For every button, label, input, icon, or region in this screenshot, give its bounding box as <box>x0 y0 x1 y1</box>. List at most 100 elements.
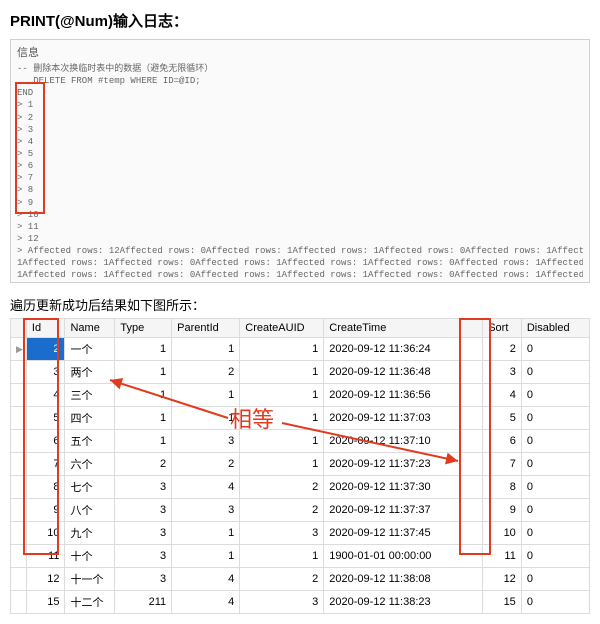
cell-parentid[interactable]: 1 <box>172 545 240 568</box>
cell-id[interactable]: 3 <box>26 361 65 384</box>
cell-createtime[interactable]: 2020-09-12 11:37:03 <box>324 407 483 430</box>
cell-parentid[interactable]: 4 <box>172 476 240 499</box>
cell-createtime[interactable]: 2020-09-12 11:37:30 <box>324 476 483 499</box>
cell-createauid[interactable]: 2 <box>240 499 324 522</box>
cell-createauid[interactable]: 1 <box>240 453 324 476</box>
cell-type[interactable]: 211 <box>115 591 172 614</box>
cell-sort[interactable]: 12 <box>483 568 522 591</box>
cell-createtime[interactable]: 2020-09-12 11:37:23 <box>324 453 483 476</box>
cell-sort[interactable]: 8 <box>483 476 522 499</box>
cell-disabled[interactable]: 0 <box>521 430 589 453</box>
cell-type[interactable]: 1 <box>115 361 172 384</box>
cell-disabled[interactable]: 0 <box>521 453 589 476</box>
cell-id[interactable]: 9 <box>26 499 65 522</box>
cell-createtime[interactable]: 2020-09-12 11:37:10 <box>324 430 483 453</box>
cell-id[interactable]: 8 <box>26 476 65 499</box>
cell-name[interactable]: 五个 <box>65 430 115 453</box>
cell-parentid[interactable]: 1 <box>172 407 240 430</box>
table-row[interactable]: 6五个1312020-09-12 11:37:1060 <box>11 430 590 453</box>
cell-createtime[interactable]: 2020-09-12 11:36:56 <box>324 384 483 407</box>
cell-disabled[interactable]: 0 <box>521 476 589 499</box>
cell-sort[interactable]: 11 <box>483 545 522 568</box>
table-row[interactable]: 15十二个211432020-09-12 11:38:23150 <box>11 591 590 614</box>
cell-id[interactable]: 7 <box>26 453 65 476</box>
cell-name[interactable]: 八个 <box>65 499 115 522</box>
cell-createauid[interactable]: 3 <box>240 522 324 545</box>
col-header[interactable]: Type <box>115 319 172 338</box>
cell-parentid[interactable]: 1 <box>172 384 240 407</box>
table-row[interactable]: 11十个3111900-01-01 00:00:00110 <box>11 545 590 568</box>
cell-name[interactable]: 两个 <box>65 361 115 384</box>
col-header[interactable]: Id <box>26 319 65 338</box>
col-header[interactable]: CreateAUID <box>240 319 324 338</box>
cell-disabled[interactable]: 0 <box>521 499 589 522</box>
cell-createtime[interactable]: 2020-09-12 11:36:24 <box>324 338 483 361</box>
cell-sort[interactable]: 9 <box>483 499 522 522</box>
cell-id[interactable]: 6 <box>26 430 65 453</box>
cell-createauid[interactable]: 1 <box>240 407 324 430</box>
cell-disabled[interactable]: 0 <box>521 568 589 591</box>
cell-createauid[interactable]: 1 <box>240 361 324 384</box>
cell-sort[interactable]: 15 <box>483 591 522 614</box>
cell-type[interactable]: 1 <box>115 384 172 407</box>
cell-createauid[interactable]: 1 <box>240 338 324 361</box>
col-header[interactable]: CreateTime <box>324 319 483 338</box>
cell-sort[interactable]: 4 <box>483 384 522 407</box>
cell-sort[interactable]: 3 <box>483 361 522 384</box>
cell-parentid[interactable]: 4 <box>172 591 240 614</box>
cell-id[interactable]: 11 <box>26 545 65 568</box>
cell-createauid[interactable]: 1 <box>240 384 324 407</box>
cell-id[interactable]: 10 <box>26 522 65 545</box>
cell-createtime[interactable]: 2020-09-12 11:38:08 <box>324 568 483 591</box>
cell-name[interactable]: 十一个 <box>65 568 115 591</box>
col-header[interactable]: ParentId <box>172 319 240 338</box>
cell-name[interactable]: 十个 <box>65 545 115 568</box>
cell-sort[interactable]: 7 <box>483 453 522 476</box>
cell-type[interactable]: 3 <box>115 476 172 499</box>
cell-type[interactable]: 1 <box>115 338 172 361</box>
cell-parentid[interactable]: 4 <box>172 568 240 591</box>
cell-disabled[interactable]: 0 <box>521 384 589 407</box>
cell-type[interactable]: 3 <box>115 568 172 591</box>
cell-id[interactable]: 5 <box>26 407 65 430</box>
table-row[interactable]: 10九个3132020-09-12 11:37:45100 <box>11 522 590 545</box>
cell-disabled[interactable]: 0 <box>521 361 589 384</box>
cell-type[interactable]: 3 <box>115 499 172 522</box>
table-row[interactable]: 4三个1112020-09-12 11:36:5640 <box>11 384 590 407</box>
cell-parentid[interactable]: 1 <box>172 338 240 361</box>
table-row[interactable]: 7六个2212020-09-12 11:37:2370 <box>11 453 590 476</box>
cell-disabled[interactable]: 0 <box>521 522 589 545</box>
cell-createtime[interactable]: 1900-01-01 00:00:00 <box>324 545 483 568</box>
cell-disabled[interactable]: 0 <box>521 407 589 430</box>
cell-disabled[interactable]: 0 <box>521 591 589 614</box>
cell-parentid[interactable]: 1 <box>172 522 240 545</box>
cell-parentid[interactable]: 3 <box>172 430 240 453</box>
table-row[interactable]: 5四个1112020-09-12 11:37:0350 <box>11 407 590 430</box>
cell-createtime[interactable]: 2020-09-12 11:37:45 <box>324 522 483 545</box>
cell-createauid[interactable]: 1 <box>240 430 324 453</box>
cell-id[interactable]: 15 <box>26 591 65 614</box>
cell-name[interactable]: 三个 <box>65 384 115 407</box>
cell-sort[interactable]: 5 <box>483 407 522 430</box>
cell-parentid[interactable]: 2 <box>172 453 240 476</box>
col-header[interactable]: Sort <box>483 319 522 338</box>
cell-type[interactable]: 3 <box>115 522 172 545</box>
col-header[interactable]: Disabled <box>521 319 589 338</box>
cell-name[interactable]: 七个 <box>65 476 115 499</box>
cell-sort[interactable]: 6 <box>483 430 522 453</box>
cell-type[interactable]: 1 <box>115 430 172 453</box>
cell-id[interactable]: 4 <box>26 384 65 407</box>
cell-type[interactable]: 2 <box>115 453 172 476</box>
cell-createtime[interactable]: 2020-09-12 11:36:48 <box>324 361 483 384</box>
col-header[interactable]: Name <box>65 319 115 338</box>
cell-type[interactable]: 3 <box>115 545 172 568</box>
cell-name[interactable]: 九个 <box>65 522 115 545</box>
cell-createauid[interactable]: 2 <box>240 476 324 499</box>
cell-parentid[interactable]: 2 <box>172 361 240 384</box>
cell-sort[interactable]: 10 <box>483 522 522 545</box>
cell-createauid[interactable]: 2 <box>240 568 324 591</box>
table-row[interactable]: 12十一个3422020-09-12 11:38:08120 <box>11 568 590 591</box>
cell-createauid[interactable]: 3 <box>240 591 324 614</box>
table-row[interactable]: 8七个3422020-09-12 11:37:3080 <box>11 476 590 499</box>
cell-id[interactable]: 2 <box>26 338 65 361</box>
